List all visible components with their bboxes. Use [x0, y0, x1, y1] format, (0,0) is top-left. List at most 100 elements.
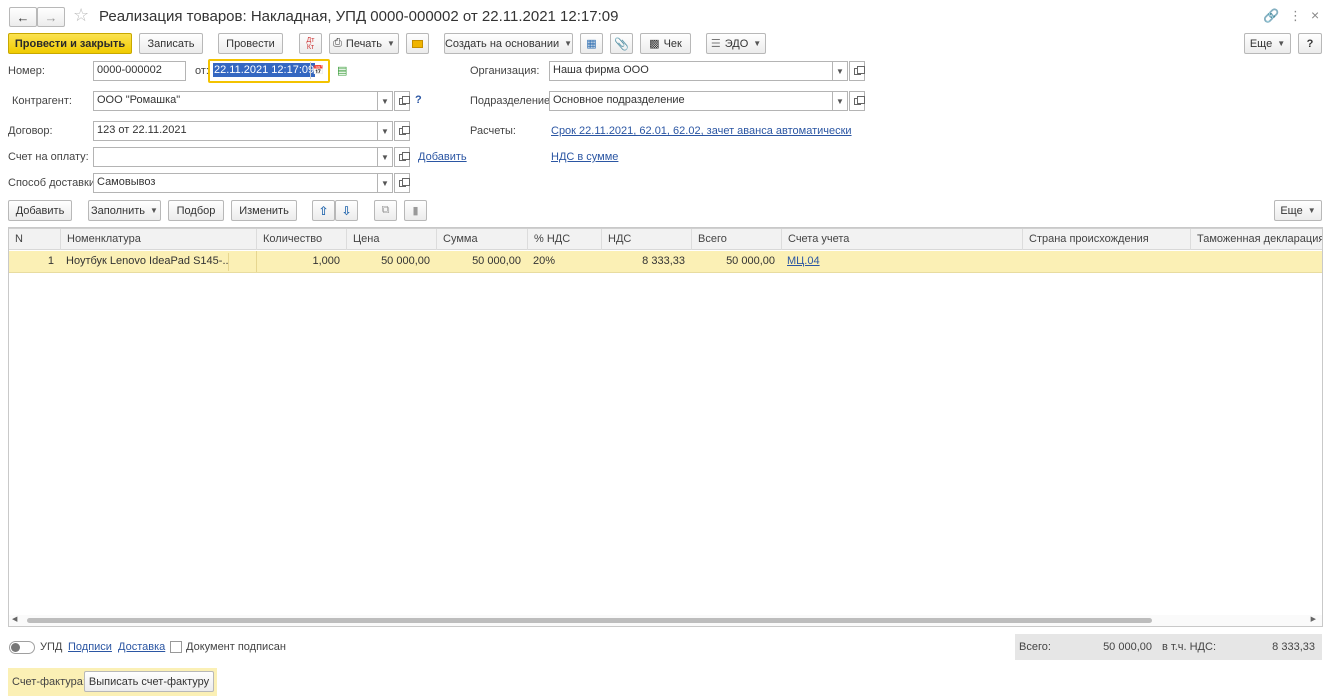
cell-n[interactable]: 1	[9, 251, 60, 272]
vat-mode-link[interactable]: НДС в сумме	[551, 151, 618, 163]
printer-icon: ⎙	[333, 37, 342, 49]
move-down-button[interactable]: ⇩	[335, 200, 358, 221]
post-button[interactable]: Провести	[218, 33, 283, 54]
move-up-button[interactable]: ⇧	[312, 200, 335, 221]
vat-value: 8 333,33	[1272, 641, 1315, 653]
receipt-button[interactable]: ▩ Чек	[640, 33, 691, 54]
column-header-n[interactable]: N	[9, 229, 60, 250]
date-field[interactable]: 22.11.2021 12:17:09	[213, 63, 316, 77]
cell-total[interactable]: 50 000,00	[691, 251, 781, 272]
organization-open[interactable]	[849, 61, 865, 81]
table-row[interactable]: 1 Ноутбук Lenovo IdeaPad S145-... 1,000 …	[9, 251, 1322, 273]
issue-invoice-button[interactable]: Выписать счет-фактуру	[84, 671, 214, 692]
cash-register-icon: ▩	[649, 38, 660, 50]
more-vertical-icon[interactable]: ⋮	[1289, 8, 1302, 24]
date-field-frame[interactable]: 22.11.2021 12:17:09 📅	[208, 59, 330, 83]
organization-field[interactable]: Наша фирма ООО	[549, 61, 833, 81]
scroll-right-icon[interactable]: ▶	[1311, 615, 1316, 623]
edo-button[interactable]: ☰ ЭДО ▼	[706, 33, 766, 54]
fill-label: Заполнить	[91, 204, 146, 217]
contract-field[interactable]: 123 от 22.11.2021	[93, 121, 378, 141]
column-header-item[interactable]: Номенклатура	[60, 229, 256, 250]
contractor-open[interactable]	[394, 91, 410, 111]
save-button[interactable]: Записать	[139, 33, 203, 54]
calendar-icon[interactable]: 📅	[310, 62, 326, 79]
more-button[interactable]: Еще ▼	[1244, 33, 1291, 54]
department-open[interactable]	[849, 91, 865, 111]
column-header-vat-rate[interactable]: % НДС	[527, 229, 601, 250]
cell-vat[interactable]: 8 333,33	[601, 251, 691, 272]
cell-sum[interactable]: 50 000,00	[436, 251, 527, 272]
column-header-account[interactable]: Счета учета	[781, 229, 1022, 250]
department-field[interactable]: Основное подразделение	[549, 91, 833, 111]
attach-button[interactable]: 📎	[610, 33, 633, 54]
column-header-vat[interactable]: НДС	[601, 229, 691, 250]
delivery-link[interactable]: Доставка	[118, 641, 165, 653]
dtkt-button[interactable]: Дт Кт	[299, 33, 322, 54]
toggle-knob	[11, 643, 20, 652]
email-button[interactable]	[406, 33, 429, 54]
column-header-price[interactable]: Цена	[346, 229, 436, 250]
help-button[interactable]: ?	[1298, 33, 1322, 54]
delivery-open[interactable]	[394, 173, 410, 193]
chevron-down-icon: ▼	[381, 96, 389, 106]
forward-button[interactable]: →	[37, 7, 65, 27]
cell-price[interactable]: 50 000,00	[346, 251, 436, 272]
copy-rows-button[interactable]: ⧉	[374, 200, 397, 221]
upd-toggle[interactable]	[9, 641, 35, 654]
table-add-button[interactable]: Добавить	[8, 200, 72, 221]
horizontal-scrollbar[interactable]: ◀ ▶	[9, 615, 1322, 626]
column-header-sum[interactable]: Сумма	[436, 229, 527, 250]
favorite-star-icon[interactable]: ☆	[73, 5, 89, 26]
signatures-link[interactable]: Подписи	[68, 641, 112, 653]
cell-item[interactable]: Ноутбук Lenovo IdeaPad S145-...	[60, 251, 228, 272]
post-and-close-button[interactable]: Провести и закрыть	[8, 33, 132, 54]
back-button[interactable]: ←	[9, 7, 37, 27]
paperclip-icon: 📎	[614, 36, 629, 51]
invoice-field[interactable]	[93, 147, 378, 167]
contract-dropdown[interactable]: ▼	[377, 121, 393, 141]
cell-country[interactable]	[1022, 251, 1190, 272]
scrollbar-thumb[interactable]	[27, 618, 1152, 623]
contract-open[interactable]	[394, 121, 410, 141]
cell-item-divider	[228, 253, 256, 271]
delivery-dropdown[interactable]: ▼	[377, 173, 393, 193]
contractor-dropdown[interactable]: ▼	[377, 91, 393, 111]
chevron-down-icon: ▼	[381, 178, 389, 188]
table-fill-button[interactable]: Заполнить ▼	[88, 200, 161, 221]
settlements-link[interactable]: Срок 22.11.2021, 62.01, 62.02, зачет ава…	[551, 125, 852, 137]
contractor-field[interactable]: ООО "Ромашка"	[93, 91, 378, 111]
scroll-left-icon[interactable]: ◀	[12, 615, 17, 623]
link-icon[interactable]: 🔗	[1263, 8, 1279, 24]
paste-rows-button[interactable]: ▮	[404, 200, 427, 221]
dtkt-icon: Дт Кт	[306, 36, 315, 51]
table-more-button[interactable]: Еще ▼	[1274, 200, 1322, 221]
cell-vat-rate[interactable]: 20%	[527, 251, 601, 272]
chevron-down-icon: ▼	[1307, 206, 1316, 215]
table-change-button[interactable]: Изменить	[231, 200, 297, 221]
table-pick-button[interactable]: Подбор	[168, 200, 224, 221]
organization-dropdown[interactable]: ▼	[832, 61, 848, 81]
print-button[interactable]: ⎙ Печать ▼	[329, 33, 399, 54]
contractor-label: Контрагент:	[12, 95, 72, 107]
invoice-open[interactable]	[394, 147, 410, 167]
close-icon[interactable]: ×	[1311, 7, 1319, 23]
create-based-button[interactable]: Создать на основании ▼	[444, 33, 573, 54]
cell-customs[interactable]	[1190, 251, 1322, 272]
delivery-field[interactable]: Самовывоз	[93, 173, 378, 193]
cell-account-link[interactable]: МЦ.04	[787, 255, 820, 267]
cell-quantity[interactable]: 1,000	[256, 251, 346, 272]
invoice-add-link[interactable]: Добавить	[418, 151, 467, 163]
column-header-country[interactable]: Страна происхождения	[1022, 229, 1190, 250]
column-header-customs[interactable]: Таможенная декларация или	[1190, 229, 1322, 250]
chevron-down-icon: ▼	[564, 39, 573, 48]
number-field[interactable]: 0000-000002	[93, 61, 186, 81]
contractor-help-icon[interactable]: ?	[415, 94, 422, 106]
column-header-total[interactable]: Всего	[691, 229, 781, 250]
doc-signed-checkbox[interactable]	[170, 641, 182, 653]
department-dropdown[interactable]: ▼	[832, 91, 848, 111]
column-header-quantity[interactable]: Количество	[256, 229, 346, 250]
cell-account[interactable]: МЦ.04	[781, 251, 1022, 272]
invoice-dropdown[interactable]: ▼	[377, 147, 393, 167]
structure-button[interactable]: ▦	[580, 33, 603, 54]
